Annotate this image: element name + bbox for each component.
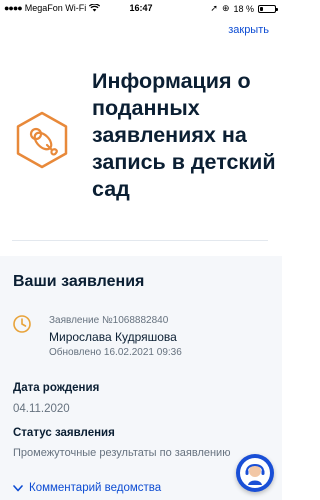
comment-label: Комментарий ведомства [29,482,162,494]
page-title: Информация о поданных заявлениях на запи… [92,69,276,201]
application-updated: Обновлено 16.02.2021 09:36 [49,347,182,358]
divider [12,240,268,241]
close-link[interactable]: закрыть [228,24,269,36]
clock-icon [12,314,32,334]
battery-percent: 18 % [233,3,254,14]
location-icon: ➚ [210,3,218,13]
dob-value: 04.11.2020 [13,403,70,415]
battery-icon [258,4,278,13]
status-right: ➚ ⊕ 18 % [210,3,278,14]
dob-label: Дата рождения [13,382,100,394]
support-avatar-icon [240,458,270,488]
chevron-down-icon [13,484,23,491]
comment-toggle[interactable]: Комментарий ведомства [13,482,161,494]
support-chat-button[interactable] [236,454,274,492]
section-title: Ваши заявления [13,273,145,290]
status-value: Промежуточные результаты по заявлению [13,447,231,459]
child-name[interactable]: Мирослава Кудряшова [49,330,177,344]
pacifier-icon [14,110,70,170]
battery-fill [260,6,263,11]
status-label: Статус заявления [13,427,115,439]
rotation-lock-icon: ⊕ [221,3,230,13]
status-bar: ●●●● MegaFon Wi-Fi 16:47 ➚ ⊕ 18 % [0,0,282,16]
application-number[interactable]: Заявление №1068882840 [49,315,168,326]
